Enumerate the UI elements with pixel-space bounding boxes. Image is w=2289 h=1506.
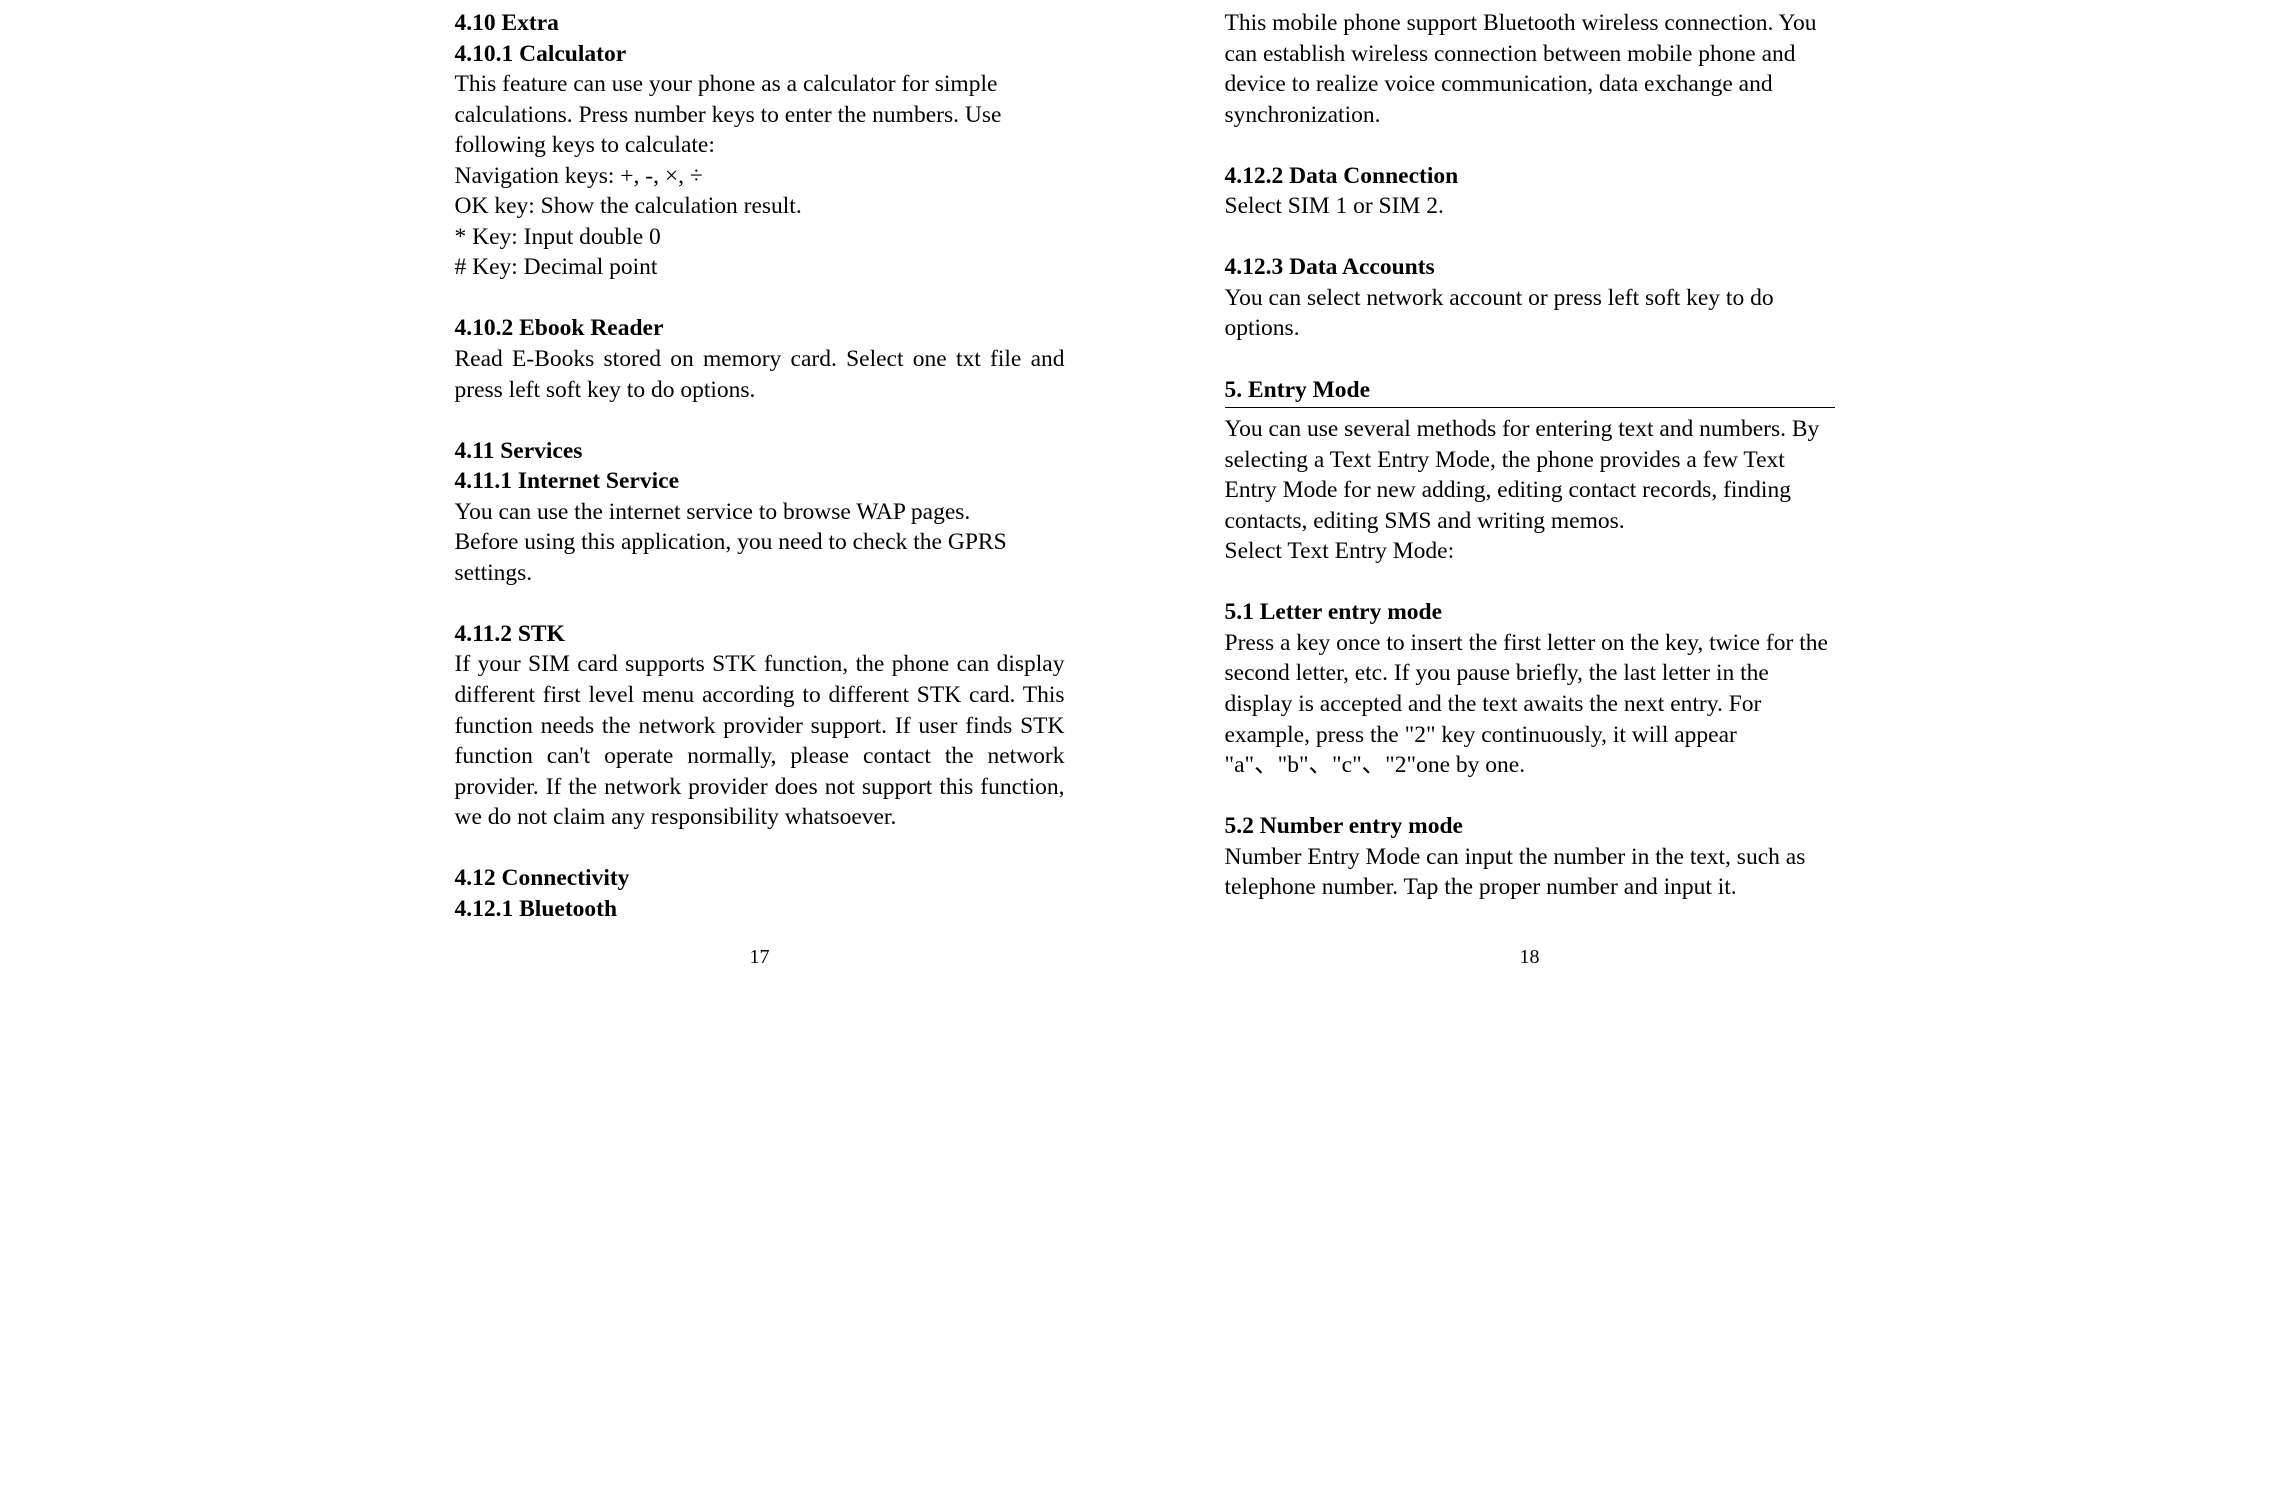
page-left: 4.10 Extra 4.10.1 Calculator This featur… (455, 8, 1065, 970)
blank-line (1225, 222, 1835, 253)
heading-4-12-2: 4.12.2 Data Connection (1225, 161, 1835, 192)
para-data-accounts: You can select network account or press … (1225, 283, 1835, 344)
heading-4-11-2: 4.11.2 STK (455, 619, 1065, 650)
para-bluetooth: This mobile phone support Bluetooth wire… (1225, 8, 1835, 130)
heading-4-12-3: 4.12.3 Data Accounts (1225, 252, 1835, 283)
para-ok-key: OK key: Show the calculation result. (455, 191, 1065, 222)
blank-line (455, 833, 1065, 864)
heading-4-12-1: 4.12.1 Bluetooth (455, 894, 1065, 925)
blank-line (1225, 130, 1835, 161)
heading-4-11-1: 4.11.1 Internet Service (455, 466, 1065, 497)
blank-line (1225, 344, 1835, 375)
heading-5-1: 5.1 Letter entry mode (1225, 597, 1835, 628)
para-entry-1: You can use several methods for entering… (1225, 414, 1835, 536)
page-number-left: 17 (455, 944, 1065, 970)
heading-5-2: 5.2 Number entry mode (1225, 811, 1835, 842)
para-data-connection: Select SIM 1 or SIM 2. (1225, 191, 1835, 222)
para-stk: If your SIM card supports STK function, … (455, 649, 1065, 832)
heading-4-10-1: 4.10.1 Calculator (455, 39, 1065, 70)
para-letter-mode: Press a key once to insert the first let… (1225, 628, 1835, 781)
heading-4-11: 4.11 Services (455, 436, 1065, 467)
para-calculator-desc: This feature can use your phone as a cal… (455, 69, 1065, 161)
page-left-body: 4.10 Extra 4.10.1 Calculator This featur… (455, 8, 1065, 924)
para-hash-key: # Key: Decimal point (455, 252, 1065, 283)
para-star-key: * Key: Input double 0 (455, 222, 1065, 253)
para-entry-2: Select Text Entry Mode: (1225, 536, 1835, 567)
para-nav-keys: Navigation keys: +, -, ×, ÷ (455, 161, 1065, 192)
section-divider (1225, 407, 1835, 408)
page-spread: 4.10 Extra 4.10.1 Calculator This featur… (455, 8, 1835, 970)
heading-5: 5. Entry Mode (1225, 375, 1835, 406)
page-number-right: 18 (1225, 944, 1835, 970)
para-number-mode: Number Entry Mode can input the number i… (1225, 842, 1835, 903)
heading-4-12: 4.12 Connectivity (455, 863, 1065, 894)
blank-line (1225, 567, 1835, 598)
page-right-body: This mobile phone support Bluetooth wire… (1225, 8, 1835, 924)
blank-line (455, 405, 1065, 436)
blank-line (1225, 781, 1835, 812)
para-internet-1: You can use the internet service to brow… (455, 497, 1065, 528)
blank-line (455, 588, 1065, 619)
heading-4-10: 4.10 Extra (455, 8, 1065, 39)
heading-4-10-2: 4.10.2 Ebook Reader (455, 313, 1065, 344)
blank-line (455, 283, 1065, 314)
para-internet-2: Before using this application, you need … (455, 527, 1065, 588)
page-right: This mobile phone support Bluetooth wire… (1225, 8, 1835, 970)
para-ebook: Read E-Books stored on memory card. Sele… (455, 344, 1065, 405)
